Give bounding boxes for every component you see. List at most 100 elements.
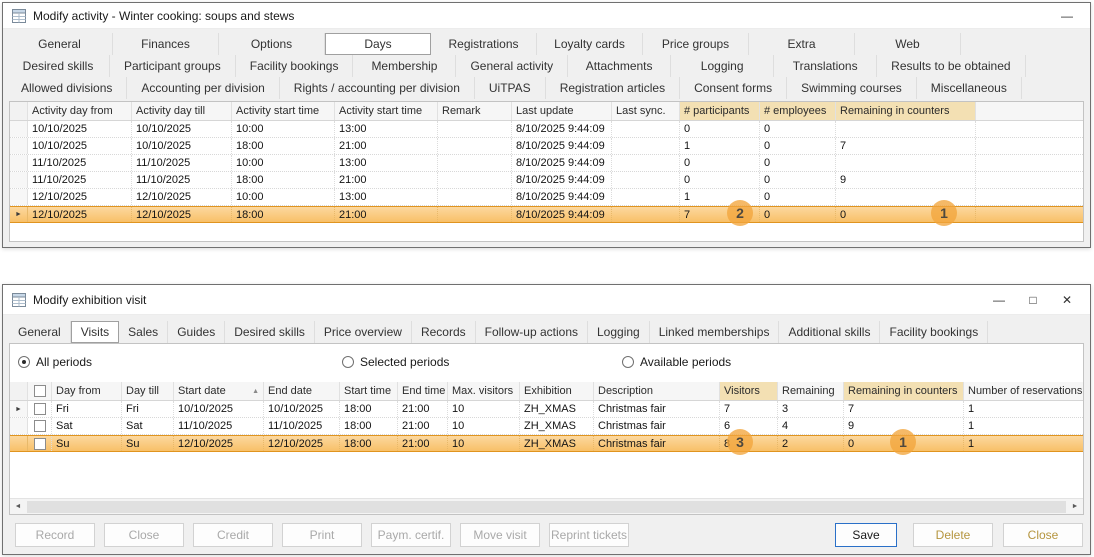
grid-row[interactable]: ► Fri Fri 10/10/2025 10/10/2025 18:00 21… [10,401,1083,418]
tab-extra[interactable]: Extra [749,33,855,55]
col-num-employees[interactable]: # employees [760,102,836,120]
scroll-left-arrow[interactable]: ◄ [10,499,26,515]
tab-rights-accounting-per-division[interactable]: Rights / accounting per division [280,77,475,99]
close-window-button[interactable]: ✕ [1050,288,1084,312]
tab-swimming-courses[interactable]: Swimming courses [787,77,917,99]
tab-logging[interactable]: Logging [588,321,650,343]
tab-guides[interactable]: Guides [168,321,225,343]
tab-sales[interactable]: Sales [119,321,168,343]
grid-row[interactable]: 11/10/2025 11/10/2025 10:00 13:00 8/10/2… [10,155,1083,172]
grid-row[interactable]: 11/10/2025 11/10/2025 18:00 21:00 8/10/2… [10,172,1083,189]
cell-filler [976,172,1083,188]
tab-miscellaneous[interactable]: Miscellaneous [917,77,1022,99]
grid-row[interactable]: Sat Sat 11/10/2025 11/10/2025 18:00 21:0… [10,418,1083,435]
tab-follow-up-actions[interactable]: Follow-up actions [476,321,588,343]
horizontal-scrollbar[interactable]: ◄ ► [10,498,1083,514]
select-all-checkbox[interactable] [34,385,46,397]
row-checkbox[interactable] [34,420,46,432]
col-end-date[interactable]: End date [264,382,340,400]
col-day-till[interactable]: Day till [122,382,174,400]
tab-records[interactable]: Records [412,321,476,343]
close-button[interactable]: Close [104,523,184,547]
tab-facility-bookings[interactable]: Facility bookings [236,55,354,77]
col-description[interactable]: Description [594,382,720,400]
radio-available-periods[interactable]: Available periods [622,355,731,369]
col-day-from[interactable]: Day from [52,382,122,400]
col-exhibition[interactable]: Exhibition [520,382,594,400]
col-end-time[interactable]: End time [398,382,448,400]
grid-row[interactable]: 10/10/2025 10/10/2025 18:00 21:00 8/10/2… [10,138,1083,155]
row-checkbox[interactable] [34,438,46,450]
paym-certif-button[interactable]: Paym. certif. [371,523,451,547]
scrollbar-thumb[interactable] [27,501,1066,513]
tab-registration-articles[interactable]: Registration articles [546,77,680,99]
tab-desired-skills[interactable]: Desired skills [7,55,110,77]
tab-options[interactable]: Options [219,33,325,55]
cell: 12/10/2025 [132,207,232,222]
tab-additional-skills[interactable]: Additional skills [779,321,880,343]
tab-desired-skills[interactable]: Desired skills [225,321,315,343]
grid-row-selected[interactable]: ► 12/10/2025 12/10/2025 18:00 21:00 8/10… [10,206,1083,223]
callout-badge: 1 [890,429,916,455]
minimize-button[interactable]: — [982,288,1016,312]
tab-general-activity[interactable]: General activity [456,55,568,77]
tab-facility-bookings[interactable]: Facility bookings [880,321,988,343]
tab-membership[interactable]: Membership [353,55,456,77]
tab-accounting-per-division[interactable]: Accounting per division [127,77,279,99]
radio-selected-periods[interactable]: Selected periods [342,355,449,369]
tab-attachments[interactable]: Attachments [568,55,671,77]
tab-price-overview[interactable]: Price overview [315,321,412,343]
maximize-button[interactable]: □ [1016,288,1050,312]
move-visit-button[interactable]: Move visit [460,523,540,547]
col-remark[interactable]: Remark [438,102,512,120]
cell-filler [976,189,1083,205]
print-button[interactable]: Print [282,523,362,547]
grid-row[interactable]: 10/10/2025 10/10/2025 10:00 13:00 8/10/2… [10,121,1083,138]
col-remaining-in-counters[interactable]: Remaining in counters [844,382,964,400]
record-button[interactable]: Record [15,523,95,547]
minimize-button[interactable]: — [1050,4,1084,28]
tab-days[interactable]: Days [325,33,431,55]
col-activity-day-from[interactable]: Activity day from [28,102,132,120]
reprint-tickets-button[interactable]: Reprint tickets [549,523,629,547]
radio-all-periods[interactable]: All periods [18,355,92,369]
col-visitors[interactable]: Visitors [720,382,778,400]
save-button[interactable]: Save [835,523,897,547]
tab-consent-forms[interactable]: Consent forms [680,77,787,99]
credit-button[interactable]: Credit [193,523,273,547]
tab-logging[interactable]: Logging [671,55,774,77]
delete-button[interactable]: Delete [913,523,993,547]
tab-web[interactable]: Web [855,33,961,55]
col-remaining-in-counters[interactable]: Remaining in counters [836,102,976,120]
col-activity-start-time[interactable]: Activity start time [232,102,335,120]
tab-uitpas[interactable]: UiTPAS [475,77,546,99]
tab-general[interactable]: General [7,33,113,55]
col-start-date[interactable]: Start date ▲ [174,382,264,400]
grid-row[interactable]: 12/10/2025 12/10/2025 10:00 13:00 8/10/2… [10,189,1083,206]
col-activity-day-till[interactable]: Activity day till [132,102,232,120]
tab-registrations[interactable]: Registrations [431,33,537,55]
col-number-of-reservations[interactable]: Number of reservations [964,382,1083,400]
col-activity-start-time-2[interactable]: Activity start time [335,102,438,120]
tab-linked-memberships[interactable]: Linked memberships [650,321,780,343]
scroll-right-arrow[interactable]: ► [1067,499,1083,515]
tab-visits[interactable]: Visits [71,321,119,343]
tab-general[interactable]: General [9,321,71,343]
grid-row-highlighted[interactable]: Su Su 12/10/2025 12/10/2025 18:00 21:00 … [10,435,1083,452]
row-checkbox[interactable] [34,403,46,415]
col-start-time[interactable]: Start time [340,382,398,400]
col-remaining[interactable]: Remaining [778,382,844,400]
col-last-sync[interactable]: Last sync. [612,102,680,120]
tab-loyalty-cards[interactable]: Loyalty cards [537,33,643,55]
col-last-update[interactable]: Last update [512,102,612,120]
col-max-visitors[interactable]: Max. visitors [448,382,520,400]
tab-translations[interactable]: Translations [774,55,877,77]
tab-results-to-be-obtained[interactable]: Results to be obtained [877,55,1025,77]
tab-finances[interactable]: Finances [113,33,219,55]
tab-allowed-divisions[interactable]: Allowed divisions [7,77,127,99]
cell: 21:00 [335,207,438,222]
tab-participant-groups[interactable]: Participant groups [110,55,236,77]
tab-price-groups[interactable]: Price groups [643,33,749,55]
close-button[interactable]: Close [1003,523,1083,547]
col-num-participants[interactable]: # participants [680,102,760,120]
